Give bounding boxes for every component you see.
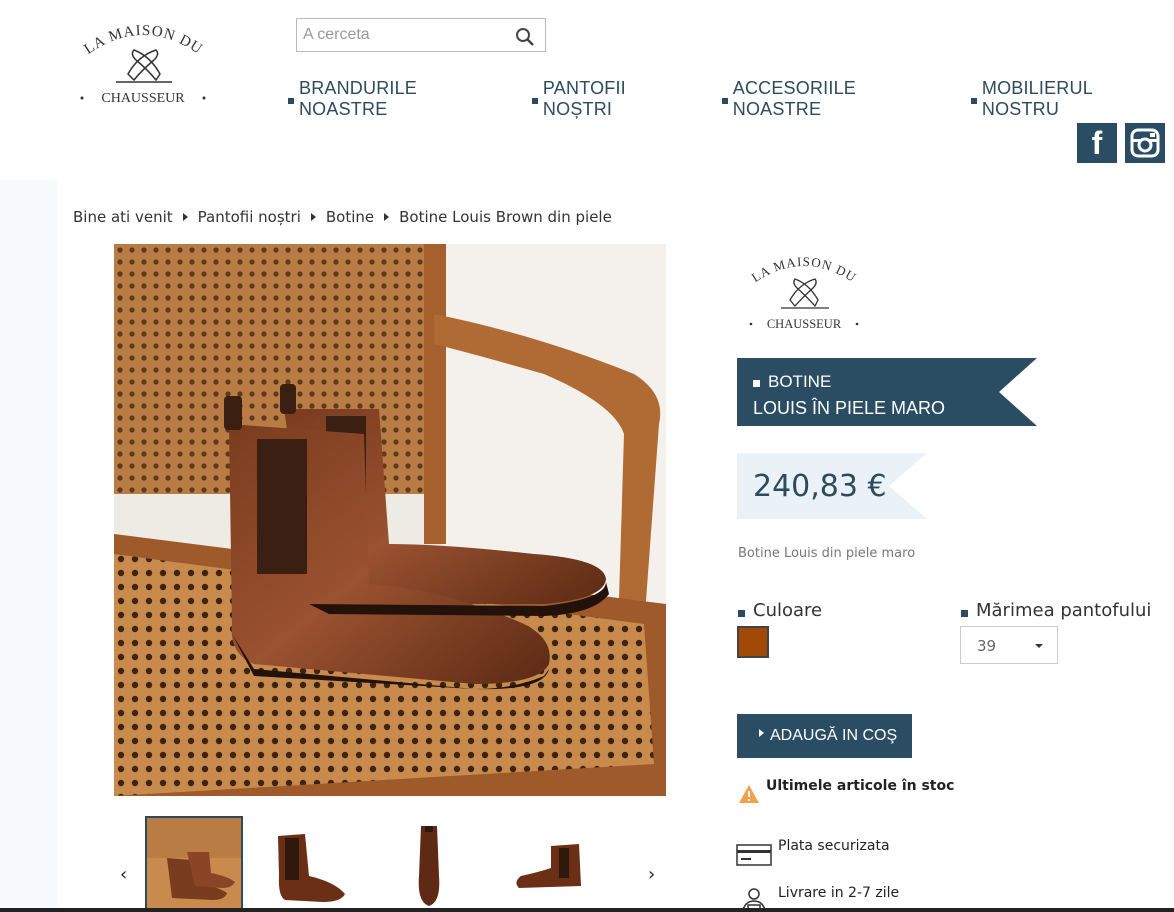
logo-text-top: LA MAISON DU [81,23,204,58]
credit-card-icon [736,844,772,866]
nav-item-accessories[interactable]: ACCESORIILE NOASTRE [721,78,949,120]
breadcrumb: Bine ati venit Pantofii noștri Botine Bo… [73,208,612,226]
logo-text-bottom: CHAUSSEUR [101,91,185,106]
brand-logo[interactable]: LA MAISON DU CHAUSSEUR [745,250,863,335]
size-label-text: Mărimea pantofului [976,600,1152,621]
breadcrumb-separator-icon [182,213,188,221]
facebook-icon: f [1091,125,1103,161]
search-input[interactable] [297,19,497,51]
brand-logo-text-top: LA MAISON DU [749,254,859,285]
breadcrumb-home[interactable]: Bine ati venit [73,208,173,226]
nav-item-label: BRANDURILE NOASTRE [298,78,418,119]
facebook-button[interactable]: f [1077,123,1117,163]
carousel-prev-icon[interactable]: ‹ [120,864,127,885]
product-main-image[interactable] [114,244,666,796]
size-select[interactable]: 39 [960,626,1058,664]
breadcrumb-boots[interactable]: Botine [326,208,374,226]
thumbnail-1[interactable] [145,816,243,912]
product-title-line2: LOUIS ÎN PIELE MARO [753,398,946,418]
breadcrumb-shoes[interactable]: Pantofii noștri [198,208,301,226]
size-bullet [961,610,968,617]
breadcrumb-separator-icon [384,213,390,221]
thumbnail-3[interactable] [381,816,479,912]
site-header: LA MAISON DU CHAUSSEUR BRANDURILE NOASTR… [0,0,1174,180]
add-to-cart-label: ADAUGĂ IN COŞ [770,727,898,744]
color-label: Culoare [738,600,822,621]
add-to-cart-button[interactable]: ADAUGĂ IN COŞ [737,714,912,758]
nav-item-label: PANTOFII NOȘTRI [542,78,626,119]
nav-item-label: ACCESORIILE NOASTRE [732,78,856,119]
main-nav: BRANDURILE NOASTRE PANTOFII NOȘTRI ACCES… [288,78,1174,120]
svg-text:LA MAISON DU: LA MAISON DU [81,23,205,58]
bottom-scroll-edge [0,908,1174,912]
thumbnail-carousel: ‹ › [114,812,666,912]
reassurance-secure-payment-text: Plata securizata [778,838,890,854]
price-box: 240,83 € [737,453,927,519]
instagram-icon [1130,128,1160,158]
search-box [296,18,546,52]
product-short-description: Botine Louis din piele maro [738,546,916,561]
nav-item-shoes[interactable]: PANTOFII NOȘTRI [531,78,700,120]
product-category: BOTINE [753,372,831,392]
search-icon[interactable] [515,27,535,47]
product-title-line1: BOTINE [768,372,832,391]
reassurance-secure-payment: Plata securizata [736,838,996,868]
thumbnail-2[interactable] [263,816,361,912]
product-price: 240,83 € [753,469,887,504]
nav-bullet [531,98,538,104]
carousel-next-icon[interactable]: › [648,864,655,885]
warning-icon [739,785,759,803]
color-bullet [738,610,745,617]
breadcrumb-current: Botine Louis Brown din piele [399,208,612,226]
thumbnail-4[interactable] [499,816,597,912]
product-title-banner: BOTINE LOUIS ÎN PIELE MARO [737,358,1037,426]
instagram-button[interactable] [1125,123,1165,163]
nav-bullet [970,98,977,104]
nav-item-furniture[interactable]: MOBILIERUL NOSTRU [970,78,1174,120]
size-label: Mărimea pantofului [961,600,1151,621]
size-select-value: 39 [977,637,997,655]
stock-notice-text: Ultimele articole în stoc [766,778,955,794]
title-bullet [753,380,760,387]
nav-item-label: MOBILIERUL NOSTRU [981,78,1093,119]
nav-bullet [288,98,294,104]
stock-notice: Ultimele articole în stoc [738,778,998,808]
brand-logo-text-bottom: CHAUSSEUR [767,317,842,331]
breadcrumb-separator-icon [310,213,316,221]
color-label-text: Culoare [753,600,823,621]
site-logo[interactable]: LA MAISON DU CHAUSSEUR [76,16,211,112]
nav-item-brands[interactable]: BRANDURILE NOASTRE [288,78,510,120]
svg-text:LA MAISON DU: LA MAISON DU [749,254,860,285]
color-swatch-brown[interactable] [737,626,769,658]
chevron-down-icon [1035,644,1043,648]
nav-bullet [721,98,728,104]
play-arrow-icon [759,729,764,737]
reassurance-delivery-text: Livrare in 2-7 zile [778,885,900,901]
